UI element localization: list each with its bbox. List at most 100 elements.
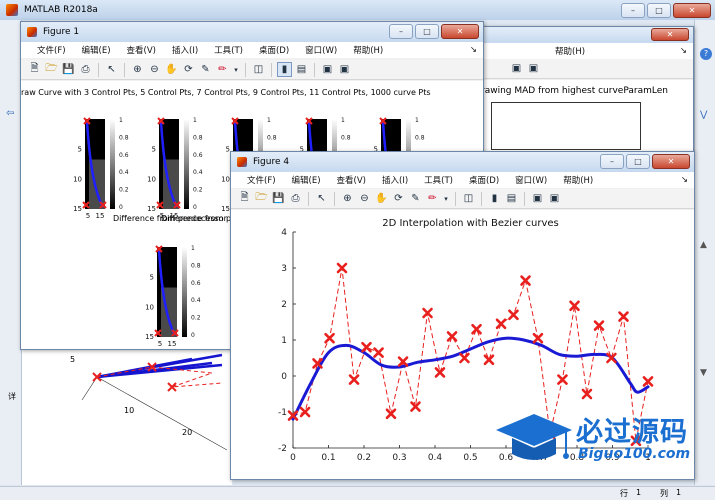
y-tick-label: -2 bbox=[278, 444, 287, 454]
subplot-ytick-label: 15 bbox=[145, 333, 154, 341]
fig1-link-icon[interactable]: ◫ bbox=[251, 62, 266, 77]
fig4-zoom-in-icon[interactable]: ⊕ bbox=[340, 191, 355, 206]
figure1-toolbar: 🗎 🗁 💾 ⎙ ↖ ⊕ ⊖ ✋ ⟳ ✎ ✏ ▾ ◫ ▮ ▤ ▣ ▣ bbox=[21, 60, 483, 80]
fig1-dock-icon[interactable]: ↘ bbox=[462, 45, 483, 55]
fig4-separator bbox=[308, 191, 309, 206]
fig1-menu-file[interactable]: 文件(F) bbox=[29, 44, 74, 56]
desktop-title: MATLAB R2018a bbox=[24, 5, 98, 15]
fig4-dock-icon[interactable]: ↘ bbox=[673, 175, 694, 185]
fig4-show-tools-icon[interactable]: ▣ bbox=[547, 191, 562, 206]
colorbar-tick-label: 0.8 bbox=[119, 134, 129, 141]
fig4-save-icon[interactable]: 💾 bbox=[271, 191, 286, 206]
figure1-minimize-button[interactable]: – bbox=[389, 24, 413, 39]
fig1-rotate-icon[interactable]: ⟳ bbox=[181, 62, 196, 77]
fig1-brush-dropdown-icon[interactable]: ▾ bbox=[232, 62, 240, 77]
figure2-close-button[interactable]: ✕ bbox=[651, 28, 689, 41]
fig1-legend-icon[interactable]: ▤ bbox=[294, 62, 309, 77]
fig4-link-icon[interactable]: ◫ bbox=[461, 191, 476, 206]
fig1-print-icon[interactable]: ⎙ bbox=[78, 62, 93, 77]
colorbar-tick-label: 1 bbox=[415, 117, 419, 124]
fig1-brush-icon[interactable]: ✏ bbox=[215, 62, 230, 77]
desktop-status-bar: 行 1 列 1 bbox=[0, 486, 715, 500]
figure1-close-button[interactable]: ✕ bbox=[441, 24, 479, 39]
fig1-hide-tools-icon[interactable]: ▣ bbox=[320, 62, 335, 77]
colorbar-tick-label: 1 bbox=[267, 117, 271, 124]
figure2-menu-dock-icon[interactable]: ↘ bbox=[672, 46, 693, 56]
help-icon[interactable]: ? bbox=[700, 48, 712, 60]
figure2-toolbar-icon[interactable]: ▣ bbox=[509, 61, 524, 76]
colorbar-tick-label: 0.6 bbox=[193, 152, 203, 159]
fig4-datacursor-icon[interactable]: ✎ bbox=[408, 191, 423, 206]
fig4-menu-window[interactable]: 窗口(W) bbox=[507, 174, 555, 186]
fig4-rotate-icon[interactable]: ⟳ bbox=[391, 191, 406, 206]
fig1-menu-insert[interactable]: 插入(I) bbox=[164, 44, 206, 56]
figure4-close-button[interactable]: ✕ bbox=[652, 154, 690, 169]
fig4-menu-edit[interactable]: 编辑(E) bbox=[284, 174, 329, 186]
fig1-menu-window[interactable]: 窗口(W) bbox=[297, 44, 345, 56]
watermark-cn-text: 必过源码 bbox=[576, 417, 688, 448]
background-xtick-1: 10 bbox=[124, 406, 135, 415]
fig1-menu-desktop[interactable]: 桌面(D) bbox=[251, 44, 297, 56]
fig1-pointer-icon[interactable]: ↖ bbox=[104, 62, 119, 77]
fig4-colorbar-icon[interactable]: ▮ bbox=[487, 191, 502, 206]
scroll-down-icon[interactable]: ▼ bbox=[700, 368, 707, 378]
fig4-zoom-out-icon[interactable]: ⊖ bbox=[357, 191, 372, 206]
x-tick-label: 0.2 bbox=[357, 453, 371, 463]
fig1-menu-edit[interactable]: 编辑(E) bbox=[74, 44, 119, 56]
y-tick-label: 1 bbox=[281, 336, 287, 346]
desktop-minimize-button[interactable]: – bbox=[621, 3, 645, 18]
desktop-nav-arrow-icon[interactable]: ⇦ bbox=[6, 108, 14, 119]
fig1-datacursor-icon[interactable]: ✎ bbox=[198, 62, 213, 77]
colorbar-tick-label: 0.8 bbox=[193, 134, 203, 141]
fig4-legend-icon[interactable]: ▤ bbox=[504, 191, 519, 206]
fig4-menu-desktop[interactable]: 桌面(D) bbox=[461, 174, 507, 186]
fig4-hide-tools-icon[interactable]: ▣ bbox=[530, 191, 545, 206]
fig4-brush-icon[interactable]: ✏ bbox=[425, 191, 440, 206]
figure4-minimize-button[interactable]: – bbox=[600, 154, 624, 169]
desktop-close-button[interactable]: ✕ bbox=[673, 3, 711, 18]
scroll-up-icon[interactable]: ▲ bbox=[700, 240, 707, 250]
fig4-menu-file[interactable]: 文件(F) bbox=[239, 174, 284, 186]
fig1-new-icon[interactable]: 🗎 bbox=[27, 62, 42, 77]
background-3d-plot bbox=[81, 353, 228, 451]
fig1-open-icon[interactable]: 🗁 bbox=[44, 62, 59, 77]
fig4-separator-5 bbox=[524, 191, 525, 206]
figure4-maximize-button[interactable]: □ bbox=[626, 154, 650, 169]
fig1-zoom-out-icon[interactable]: ⊖ bbox=[147, 62, 162, 77]
fig4-menu-help[interactable]: 帮助(H) bbox=[555, 174, 601, 186]
colorbar-tick-label: 0.2 bbox=[193, 187, 203, 194]
figure4-toolbar: 🗎 🗁 💾 ⎙ ↖ ⊕ ⊖ ✋ ⟳ ✎ ✏ ▾ ◫ ▮ ▤ ▣ ▣ bbox=[231, 189, 694, 209]
fig4-pan-icon[interactable]: ✋ bbox=[374, 191, 389, 206]
status-row-label: 行 bbox=[620, 489, 628, 498]
figure4-menubar: 文件(F) 编辑(E) 查看(V) 插入(I) 工具(T) 桌面(D) 窗口(W… bbox=[231, 172, 694, 188]
fig4-open-icon[interactable]: 🗁 bbox=[254, 191, 269, 206]
fig1-show-tools-icon[interactable]: ▣ bbox=[337, 62, 352, 77]
fig4-new-icon[interactable]: 🗎 bbox=[237, 191, 252, 206]
fig4-pointer-icon[interactable]: ↖ bbox=[314, 191, 329, 206]
figure1-maximize-button[interactable]: □ bbox=[415, 24, 439, 39]
colorbar-tick-label: 0.2 bbox=[191, 315, 201, 322]
fig1-zoom-in-icon[interactable]: ⊕ bbox=[130, 62, 145, 77]
figure2-menu-help[interactable]: 帮助(H) bbox=[547, 45, 593, 57]
fig4-brush-dropdown-icon[interactable]: ▾ bbox=[442, 191, 450, 206]
expand-icon[interactable]: ⋁ bbox=[700, 110, 707, 120]
fig1-pan-icon[interactable]: ✋ bbox=[164, 62, 179, 77]
fig1-colorbar-icon[interactable]: ▮ bbox=[277, 62, 292, 77]
fig1-menu-tools[interactable]: 工具(T) bbox=[206, 44, 251, 56]
colorbar-tick-label: 1 bbox=[119, 117, 123, 124]
subplot-ytick-label: 5 bbox=[150, 274, 154, 282]
fig4-print-icon[interactable]: ⎙ bbox=[288, 191, 303, 206]
fig1-save-icon[interactable]: 💾 bbox=[61, 62, 76, 77]
y-tick-label: 0 bbox=[281, 372, 287, 382]
x-tick-label: 0.5 bbox=[463, 453, 477, 463]
fig4-menu-tools[interactable]: 工具(T) bbox=[416, 174, 461, 186]
figure2-toolbar-icon-2[interactable]: ▣ bbox=[526, 61, 541, 76]
fig1-menu-view[interactable]: 查看(V) bbox=[119, 44, 164, 56]
desktop-maximize-button[interactable]: □ bbox=[647, 3, 671, 18]
fig4-menu-view[interactable]: 查看(V) bbox=[329, 174, 374, 186]
fig4-menu-insert[interactable]: 插入(I) bbox=[374, 174, 416, 186]
x-tick-label: 0.1 bbox=[321, 453, 335, 463]
fig1-menu-help[interactable]: 帮助(H) bbox=[345, 44, 391, 56]
chart-title: 2D Interpolation with Bezier curves bbox=[382, 218, 559, 229]
subplot-ytick-label: 10 bbox=[147, 175, 156, 183]
